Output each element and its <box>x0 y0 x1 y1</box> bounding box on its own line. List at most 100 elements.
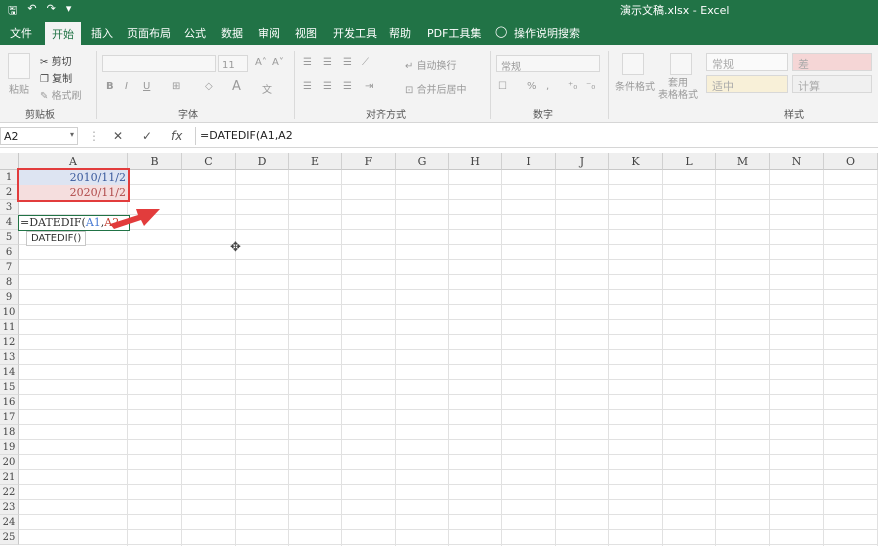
column-header-h[interactable]: H <box>449 153 502 170</box>
row-header-15[interactable]: 15 <box>0 380 19 395</box>
customize-qat-icon[interactable]: ▾ <box>66 2 72 21</box>
column-header-l[interactable]: L <box>663 153 716 170</box>
column-header-d[interactable]: D <box>236 153 289 170</box>
style-bad[interactable]: 差 <box>792 53 872 71</box>
middle-align-icon[interactable]: ☰ <box>323 57 332 68</box>
format-painter-button[interactable]: ✎ 格式刷 <box>40 87 82 102</box>
row-header-18[interactable]: 18 <box>0 425 19 440</box>
row-header-17[interactable]: 17 <box>0 410 19 425</box>
redo-icon[interactable]: ↷ <box>47 2 56 21</box>
percent-icon[interactable]: % <box>527 81 537 92</box>
font-color-icon[interactable]: A <box>232 79 241 94</box>
bottom-align-icon[interactable]: ☰ <box>343 57 352 68</box>
merge-center-button[interactable]: ⊡ 合并后居中 <box>405 81 467 96</box>
paste-icon[interactable] <box>8 53 30 79</box>
enter-icon[interactable]: ✓ <box>142 129 152 143</box>
column-header-o[interactable]: O <box>824 153 878 170</box>
row-header-25[interactable]: 25 <box>0 530 19 545</box>
row-header-12[interactable]: 12 <box>0 335 19 350</box>
column-header-n[interactable]: N <box>770 153 824 170</box>
format-as-table-label[interactable]: 套用 表格格式 <box>658 78 698 102</box>
row-header-21[interactable]: 21 <box>0 470 19 485</box>
row-header-11[interactable]: 11 <box>0 320 19 335</box>
row-header-13[interactable]: 13 <box>0 350 19 365</box>
save-icon[interactable]: 🖫 <box>8 2 17 21</box>
row-header-19[interactable]: 19 <box>0 440 19 455</box>
column-header-b[interactable]: B <box>128 153 182 170</box>
borders-icon[interactable]: ⊞ <box>172 81 180 92</box>
wrap-text-button[interactable]: ↵ 自动换行 <box>405 57 457 72</box>
tab-file[interactable]: 文件 <box>10 25 32 41</box>
column-header-j[interactable]: J <box>556 153 609 170</box>
cancel-icon[interactable]: ✕ <box>113 129 123 143</box>
align-center-icon[interactable]: ☰ <box>323 81 332 92</box>
row-header-4[interactable]: 4 <box>0 215 19 230</box>
row-header-5[interactable]: 5 <box>0 230 19 245</box>
italic-icon[interactable]: I <box>125 81 128 92</box>
align-right-icon[interactable]: ☰ <box>343 81 352 92</box>
fill-color-icon[interactable]: ◇ <box>205 81 213 92</box>
formula-input[interactable]: =DATEDIF(A1,A2 <box>195 127 875 145</box>
conditional-format-label[interactable]: 条件格式 <box>615 78 655 93</box>
row-header-24[interactable]: 24 <box>0 515 19 530</box>
row-header-16[interactable]: 16 <box>0 395 19 410</box>
style-normal[interactable]: 常规 <box>706 53 788 71</box>
tab-formulas[interactable]: 公式 <box>184 25 206 41</box>
number-format-select[interactable]: 常规 <box>496 55 600 73</box>
column-header-i[interactable]: I <box>502 153 556 170</box>
tab-view[interactable]: 视图 <box>295 25 317 41</box>
row-header-23[interactable]: 23 <box>0 500 19 515</box>
insert-function-icon[interactable]: fx <box>171 129 182 143</box>
row-header-20[interactable]: 20 <box>0 455 19 470</box>
shrink-font-icon[interactable]: A˅ <box>272 57 284 68</box>
column-header-g[interactable]: G <box>396 153 449 170</box>
tab-developer[interactable]: 开发工具 <box>333 25 377 41</box>
format-as-table-icon[interactable] <box>670 53 692 75</box>
tab-insert[interactable]: 插入 <box>91 25 113 41</box>
font-name-select[interactable] <box>102 55 216 72</box>
cut-button[interactable]: ✂ 剪切 <box>40 53 72 68</box>
row-header-8[interactable]: 8 <box>0 275 19 290</box>
phonetic-icon[interactable]: 文 <box>262 81 272 96</box>
column-header-k[interactable]: K <box>609 153 663 170</box>
tab-pdf-tools[interactable]: PDF工具集 <box>427 25 481 41</box>
row-header-22[interactable]: 22 <box>0 485 19 500</box>
row-header-14[interactable]: 14 <box>0 365 19 380</box>
conditional-format-icon[interactable] <box>622 53 644 75</box>
tab-help[interactable]: 帮助 <box>389 25 411 41</box>
bold-icon[interactable]: B <box>106 81 114 92</box>
tab-page-layout[interactable]: 页面布局 <box>127 25 171 41</box>
worksheet-grid[interactable]: ABCDEFGHIJKLMNO 1 2 3 4 5 6 7 8 9 10 11 12 13 14 15 16 1… <box>0 153 878 546</box>
row-header-6[interactable]: 6 <box>0 245 19 260</box>
row-header-10[interactable]: 10 <box>0 305 19 320</box>
row-header-7[interactable]: 7 <box>0 260 19 275</box>
decrease-decimal-icon[interactable]: ⁻₀ <box>586 81 595 92</box>
style-neutral[interactable]: 适中 <box>706 75 788 93</box>
column-header-e[interactable]: E <box>289 153 342 170</box>
currency-icon[interactable]: ☐ <box>498 81 507 92</box>
row-header-3[interactable]: 3 <box>0 200 19 215</box>
chevron-down-icon[interactable]: ▾ <box>70 130 74 139</box>
column-header-f[interactable]: F <box>342 153 396 170</box>
tab-home[interactable]: 开始 <box>45 22 81 45</box>
align-left-icon[interactable]: ☰ <box>303 81 312 92</box>
top-align-icon[interactable]: ☰ <box>303 57 312 68</box>
indent-icon[interactable]: ⇥ <box>365 81 373 92</box>
column-header-c[interactable]: C <box>182 153 236 170</box>
font-size-select[interactable]: 11 <box>218 55 248 72</box>
style-calculation[interactable]: 计算 <box>792 75 872 93</box>
orientation-icon[interactable]: ⟋ <box>362 57 369 68</box>
paste-button-label[interactable]: 粘贴 <box>9 81 29 96</box>
row-header-9[interactable]: 9 <box>0 290 19 305</box>
copy-button[interactable]: ❐ 复制 <box>40 70 72 85</box>
tab-review[interactable]: 审阅 <box>258 25 280 41</box>
undo-icon[interactable]: ↶ <box>27 2 36 21</box>
column-header-m[interactable]: M <box>716 153 770 170</box>
comma-style-icon[interactable]: , <box>546 81 549 92</box>
grow-font-icon[interactable]: A˄ <box>255 57 267 68</box>
tell-me-search[interactable]: 操作说明搜索 <box>514 25 580 41</box>
tab-data[interactable]: 数据 <box>221 25 243 41</box>
increase-decimal-icon[interactable]: ⁺₀ <box>568 81 577 92</box>
underline-icon[interactable]: U <box>143 81 150 92</box>
function-tooltip[interactable]: DATEDIF() <box>26 231 87 246</box>
